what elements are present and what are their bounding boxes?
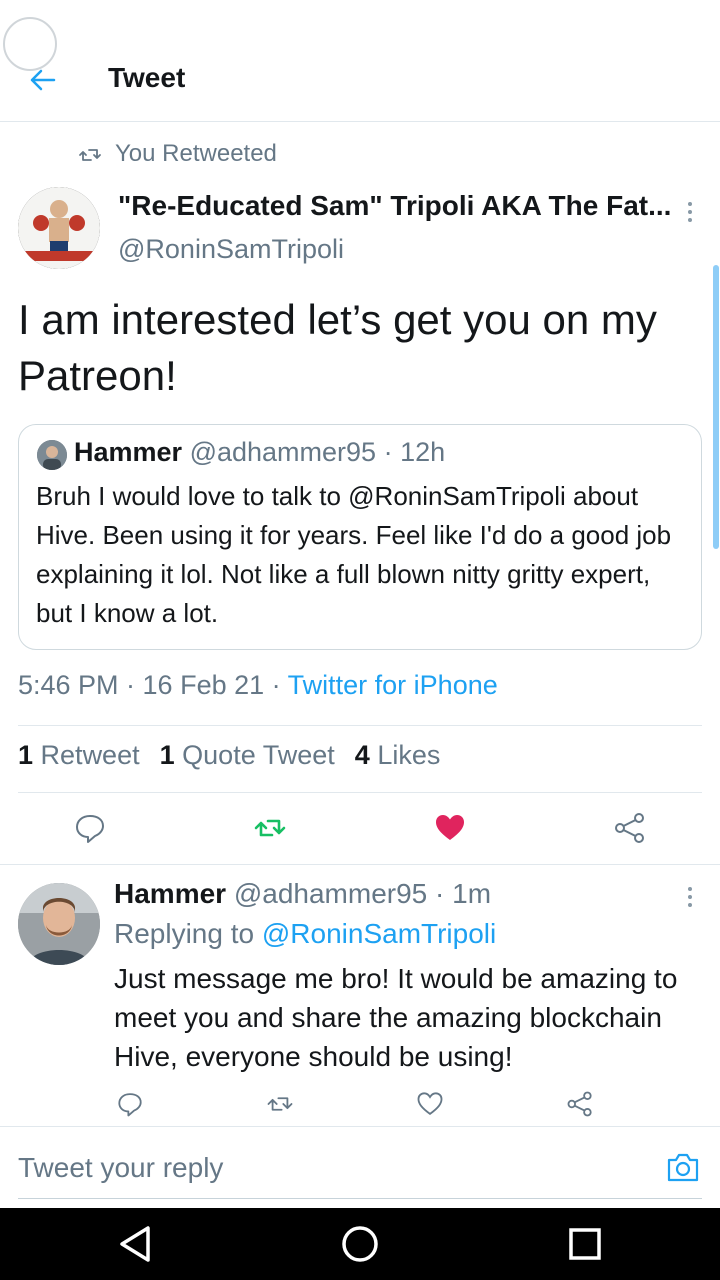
quoted-author-handle: @adhammer95 [189,437,377,467]
replying-to: Replying to @RoninSamTripoli [114,918,496,950]
reply-text: Just message me bro! It would be amazing… [114,963,678,1072]
likes-stat[interactable]: 4 Likes [355,740,441,770]
divider [0,1126,720,1127]
retweet-button-icon[interactable] [253,811,287,845]
quoted-avatar [37,440,67,470]
nav-recents-icon[interactable] [563,1222,607,1266]
replying-prefix: Replying to [114,918,262,949]
quoted-author-name: Hammer [74,437,183,467]
source-link[interactable]: Twitter for iPhone [288,670,498,700]
quotes-count: 1 [159,740,175,770]
retweet-context: You Retweeted [115,140,277,167]
input-underline [18,1198,702,1199]
retweets-label: Retweet [40,740,140,770]
timestamp: 5:46 PM · 16 Feb 21 · [18,670,288,700]
likes-label: Likes [377,740,441,770]
quoted-text: Bruh I would love to talk to @RoninSamTr… [36,481,672,628]
likes-count: 4 [354,740,370,770]
retweet-button-icon[interactable] [266,1090,294,1118]
nav-home-icon[interactable] [338,1222,382,1266]
tweet-stats: 1 Retweet 1 Quote Tweet 4 Likes [18,740,440,771]
reply-author-handle[interactable]: @adhammer95 [234,878,427,909]
retweet-icon [79,149,101,161]
reply-header: Hammer @adhammer95 · 1m [114,878,491,910]
divider [18,792,702,793]
tweet-text: I am interested let’s get you on my Patr… [18,296,657,399]
divider [18,725,702,726]
replying-to-link[interactable]: @RoninSamTripoli [262,918,496,949]
author-handle[interactable]: @RoninSamTripoli [118,234,344,265]
status-indicator [3,17,57,71]
quotes-label: Quote Tweet [182,740,335,770]
scrollbar[interactable] [713,265,719,549]
more-icon[interactable] [678,882,702,912]
page-title: Tweet [108,62,186,93]
divider [0,864,720,865]
reply-icon[interactable] [116,1090,144,1118]
retweets-count: 1 [18,740,34,770]
quoted-time: · 12h [383,437,446,467]
camera-icon[interactable] [666,1151,700,1183]
reply-author-name[interactable]: Hammer [114,878,226,909]
nav-back-icon[interactable] [114,1222,158,1266]
back-arrow-icon[interactable] [26,64,58,96]
quotes-stat[interactable]: 1 Quote Tweet [160,740,335,770]
like-icon[interactable] [433,811,467,845]
author-name[interactable]: "Re-Educated Sam" Tripoli AKA The Fat... [118,190,678,222]
share-icon[interactable] [566,1090,594,1118]
avatar[interactable] [18,187,100,269]
reply-input[interactable] [18,1145,638,1191]
quoted-header: Hammer @adhammer95 · 12h [74,437,445,468]
more-icon[interactable] [678,197,702,227]
share-icon[interactable] [613,811,647,845]
reply-avatar[interactable] [18,883,100,965]
tweet-meta: 5:46 PM · 16 Feb 21 · Twitter for iPhone [18,670,498,701]
reply-time: · 1m [435,878,492,909]
reply-icon[interactable] [73,811,107,845]
like-icon[interactable] [416,1090,444,1118]
retweets-stat[interactable]: 1 Retweet [18,740,140,770]
header-divider [0,121,720,122]
